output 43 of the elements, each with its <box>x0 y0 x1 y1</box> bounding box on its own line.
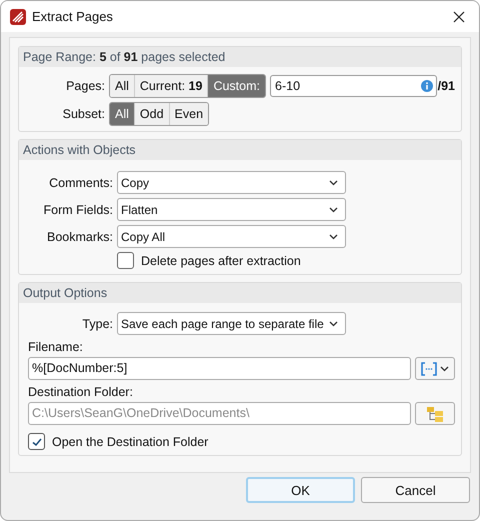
field-label: Comments: <box>48 176 113 190</box>
group-header: Output Options <box>19 283 461 303</box>
field-label: Destination Folder: <box>28 385 134 399</box>
group-header: Page Range: 5 of 91 pages selected <box>19 47 461 67</box>
brackets-icon <box>421 362 438 376</box>
info-icon <box>420 80 433 92</box>
macro-menu-button[interactable] <box>415 357 455 380</box>
checkbox[interactable] <box>117 252 134 269</box>
field-label: Filename: <box>28 340 84 354</box>
dropdown[interactable]: Copy <box>117 171 346 194</box>
subset-option-button[interactable]: All <box>110 103 135 125</box>
filename-field[interactable]: %[DocNumber:5] <box>28 357 412 380</box>
subset-option-button[interactable]: Even <box>170 103 208 125</box>
field-label: Pages: <box>65 79 105 93</box>
app-logo-icon <box>10 8 26 24</box>
chevron-down-icon <box>440 366 450 372</box>
cancel-button[interactable]: Cancel <box>361 477 470 503</box>
subset-option-button[interactable]: Odd <box>134 103 170 125</box>
ok-button[interactable]: OK <box>246 477 355 503</box>
checkbox-label: Delete pages after extraction <box>141 254 301 268</box>
page-option-button[interactable]: Custom: <box>208 75 265 97</box>
page-total: /91 <box>438 79 455 93</box>
group-header: Actions with Objects <box>19 140 461 160</box>
dropdown[interactable]: Save each page range to separate file <box>117 312 346 335</box>
field-label: Type: <box>81 316 113 330</box>
checkmark-icon <box>30 436 42 448</box>
field-label: Subset: <box>62 107 105 121</box>
page-option-button[interactable]: Current: 19 <box>134 75 208 97</box>
chevron-down-icon <box>329 206 338 212</box>
page-option-button[interactable]: All <box>110 75 135 97</box>
chevron-down-icon <box>329 234 338 240</box>
checkbox-label: Open the Destination Folder <box>52 434 208 448</box>
field-label: Form Fields: <box>42 202 113 216</box>
folder-tree-icon <box>426 406 444 422</box>
chevron-down-icon <box>329 320 338 326</box>
close-icon[interactable] <box>453 10 465 22</box>
dropdown[interactable]: Flatten <box>117 198 346 221</box>
checkbox[interactable] <box>28 433 45 450</box>
custom-range-field[interactable]: 6-10 <box>270 75 437 97</box>
field-label: Bookmarks: <box>46 230 113 244</box>
dropdown[interactable]: Copy All <box>117 225 346 248</box>
window-title: Extract Pages <box>32 9 114 24</box>
chevron-down-icon <box>329 180 338 186</box>
